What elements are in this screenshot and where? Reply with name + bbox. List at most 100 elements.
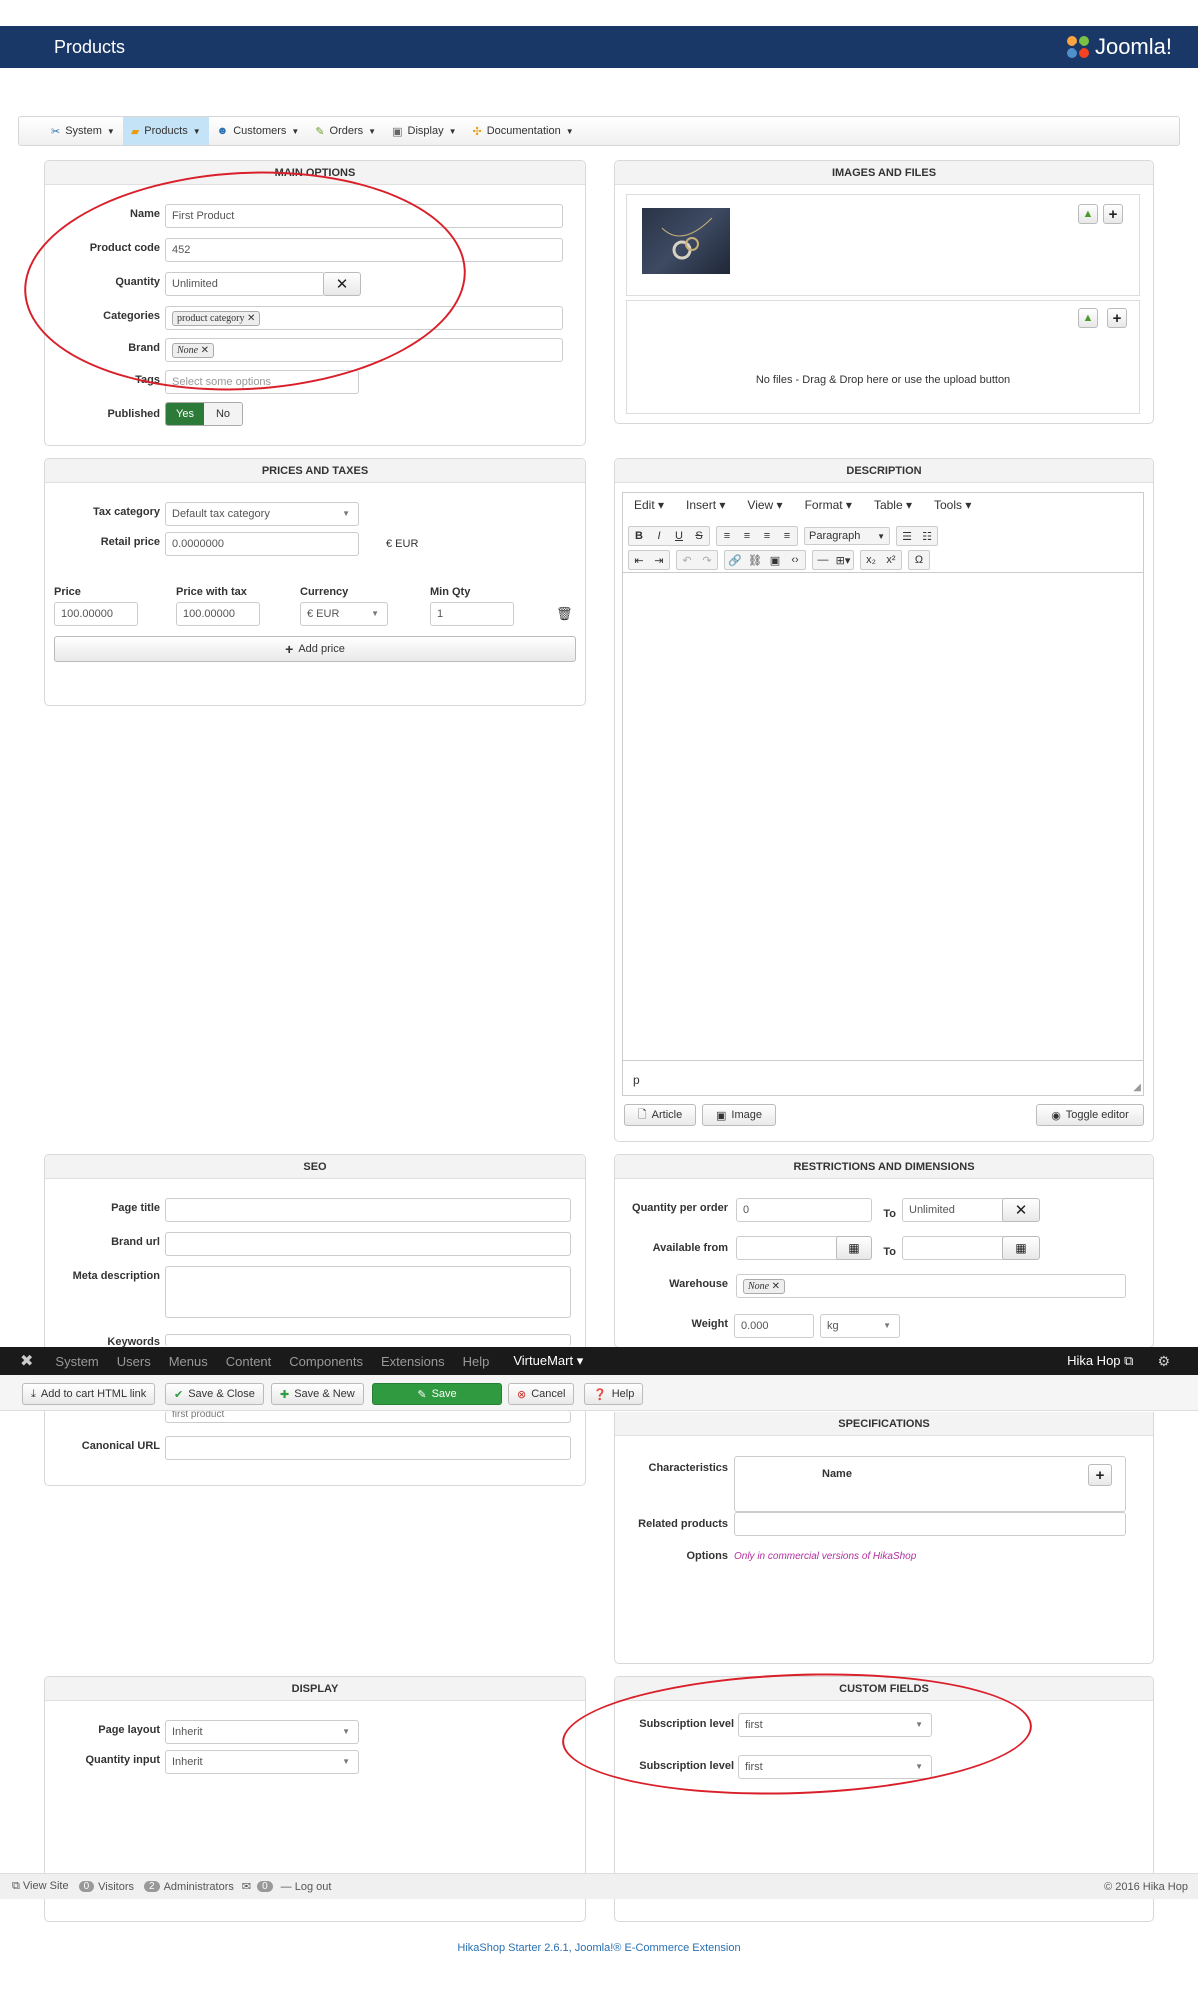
horizontal-rule-icon[interactable]: — <box>813 551 833 569</box>
nav-virtuemart[interactable]: VirtueMart ▾ <box>513 1353 583 1369</box>
menu-orders[interactable]: ✎ Orders ▼ <box>307 117 384 145</box>
editor-menu-table[interactable]: Table ▾ <box>874 498 912 512</box>
nav-menus[interactable]: Menus <box>169 1354 208 1369</box>
files-zone[interactable] <box>626 300 1140 414</box>
page-layout-select[interactable]: Inherit ▼ <box>165 1720 359 1744</box>
menu-display[interactable]: ▣ Display ▼ <box>384 117 464 145</box>
article-button[interactable]: 🗋 Article <box>624 1104 696 1126</box>
editor-menu-view[interactable]: View ▾ <box>747 498 782 512</box>
editor-menu-insert[interactable]: Insert ▾ <box>686 498 725 512</box>
undo-icon[interactable]: ↶ <box>677 551 697 569</box>
save-button[interactable]: ✎ Save <box>372 1383 502 1405</box>
published-yes[interactable]: Yes <box>166 403 204 425</box>
nav-extensions[interactable]: Extensions <box>381 1354 445 1369</box>
gear-icon[interactable]: ⚙ <box>1157 1353 1170 1370</box>
help-button[interactable]: ❓ Help <box>584 1383 644 1405</box>
unlink-icon[interactable]: ⛓ <box>745 551 765 569</box>
site-name-link[interactable]: Hika Hop ⧉ <box>1067 1353 1133 1369</box>
add-to-cart-link-button[interactable]: ⤓ Add to cart HTML link <box>22 1383 156 1405</box>
qpo-from-input[interactable]: 0 <box>736 1198 872 1222</box>
available-to-calendar-button[interactable]: ▦ <box>1002 1236 1040 1260</box>
keywords-textarea-visible[interactable]: first product <box>165 1411 571 1423</box>
logout-link[interactable]: — Log out <box>281 1881 332 1893</box>
menu-system[interactable]: ✂ System ▼ <box>43 117 123 145</box>
bold-icon[interactable]: B <box>629 527 649 545</box>
add-characteristic-button[interactable]: + <box>1088 1464 1112 1486</box>
editor-menu-format[interactable]: Format ▾ <box>805 498 852 512</box>
italic-icon[interactable]: I <box>649 527 669 545</box>
link-icon[interactable]: 🔗 <box>725 551 745 569</box>
paragraph-select[interactable]: Paragraph ▼ <box>804 527 890 545</box>
superscript-icon[interactable]: x² <box>881 551 901 569</box>
view-site-link[interactable]: ⧉ View Site <box>12 1880 69 1893</box>
joomla-icon[interactable]: ✖ <box>20 1351 33 1371</box>
related-products-input[interactable] <box>734 1512 1126 1536</box>
available-to-input[interactable] <box>902 1236 1006 1260</box>
align-center-icon[interactable]: ≡ <box>737 527 757 545</box>
quantity-input-select[interactable]: Inherit ▼ <box>165 1750 359 1774</box>
upload-file-button[interactable]: ▲ <box>1078 308 1098 328</box>
meta-description-textarea[interactable] <box>165 1266 571 1318</box>
image-icon[interactable]: ▣ <box>765 551 785 569</box>
resize-handle-icon[interactable]: ◢ <box>1133 1082 1141 1093</box>
min-qty-input[interactable]: 1 <box>430 602 514 626</box>
bullet-list-icon[interactable]: ☰ <box>897 527 917 545</box>
currency-select[interactable]: € EUR ▼ <box>300 602 388 626</box>
weight-unit-select[interactable]: kg ▼ <box>820 1314 900 1338</box>
toggle-editor-button[interactable]: ◉ Toggle editor <box>1036 1104 1144 1126</box>
save-new-button[interactable]: ✚ Save & New <box>271 1383 364 1405</box>
editor-content-area[interactable] <box>623 572 1143 1060</box>
editor-menu-tools[interactable]: Tools ▾ <box>934 498 971 512</box>
upload-image-button[interactable]: ▲ <box>1078 204 1098 224</box>
canonical-url-input[interactable] <box>165 1436 571 1460</box>
align-left-icon[interactable]: ≡ <box>717 527 737 545</box>
published-toggle[interactable]: Yes No <box>165 402 243 426</box>
subscript-icon[interactable]: x₂ <box>861 551 881 569</box>
menu-products[interactable]: ▰ Products ▼ <box>122 117 209 145</box>
image-button[interactable]: ▣ Image <box>702 1104 776 1126</box>
nav-content[interactable]: Content <box>226 1354 272 1369</box>
special-char-icon[interactable]: Ω <box>909 551 929 569</box>
outdent-icon[interactable]: ⇤ <box>629 551 649 569</box>
menu-documentation[interactable]: ✣ Documentation ▼ <box>465 117 582 145</box>
published-no[interactable]: No <box>204 403 242 425</box>
nav-help[interactable]: Help <box>463 1354 490 1369</box>
nav-components[interactable]: Components <box>289 1354 363 1369</box>
trash-icon[interactable]: 🗑 <box>556 606 573 622</box>
nav-system[interactable]: System <box>55 1354 98 1369</box>
table-icon[interactable]: ⊞▾ <box>833 551 853 569</box>
menu-customers[interactable]: ☻ Customers ▼ <box>209 117 308 145</box>
footer-text[interactable]: HikaShop Starter 2.6.1, Joomla!® E-Comme… <box>0 1942 1198 1954</box>
indent-icon[interactable]: ⇥ <box>649 551 669 569</box>
keywords-textarea[interactable] <box>165 1334 571 1346</box>
joomla-logo[interactable]: Joomla! <box>1065 32 1172 62</box>
retail-price-input[interactable]: 0.0000000 <box>165 532 359 556</box>
product-image-thumbnail[interactable] <box>642 208 730 274</box>
tax-category-select[interactable]: Default tax category ▼ <box>165 502 359 526</box>
editor-menu-edit[interactable]: Edit ▾ <box>634 498 664 512</box>
code-icon[interactable]: ‹› <box>785 551 805 569</box>
price-input[interactable]: 100.00000 <box>54 602 138 626</box>
align-right-icon[interactable]: ≡ <box>757 527 777 545</box>
redo-icon[interactable]: ↷ <box>697 551 717 569</box>
add-image-button[interactable]: + <box>1103 204 1123 224</box>
strikethrough-icon[interactable]: S <box>689 527 709 545</box>
numbered-list-icon[interactable]: ☷ <box>917 527 937 545</box>
add-file-button[interactable]: + <box>1107 308 1127 328</box>
save-close-button[interactable]: ✔ Save & Close <box>165 1383 264 1405</box>
align-justify-icon[interactable]: ≡ <box>777 527 797 545</box>
warehouse-tag[interactable]: None ✕ <box>743 1279 785 1294</box>
nav-users[interactable]: Users <box>117 1354 151 1369</box>
brand-url-input[interactable] <box>165 1232 571 1256</box>
available-from-calendar-button[interactable]: ▦ <box>836 1236 872 1260</box>
weight-input[interactable]: 0.000 <box>734 1314 814 1338</box>
mail-icon[interactable]: ✉ <box>242 1880 251 1893</box>
warehouse-input[interactable]: None ✕ <box>736 1274 1126 1298</box>
page-title-input[interactable] <box>165 1198 571 1222</box>
qpo-to-input[interactable]: Unlimited <box>902 1198 1006 1222</box>
cancel-button[interactable]: ⊗ Cancel <box>508 1383 575 1405</box>
available-from-input[interactable] <box>736 1236 840 1260</box>
qpo-clear-button[interactable]: ✕ <box>1002 1198 1040 1222</box>
price-with-tax-input[interactable]: 100.00000 <box>176 602 260 626</box>
add-price-button[interactable]: + Add price <box>54 636 576 662</box>
